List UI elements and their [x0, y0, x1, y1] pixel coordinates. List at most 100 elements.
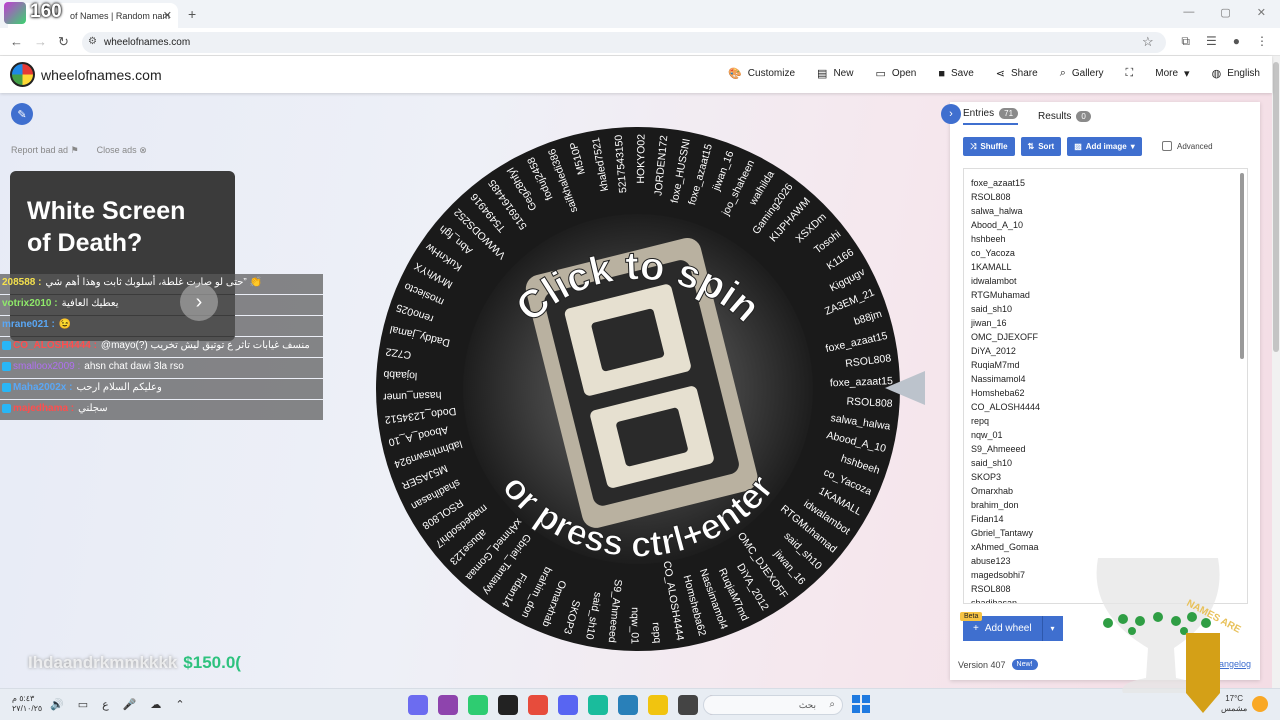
taskbar-app-icon[interactable] — [558, 695, 578, 715]
page-scrollbar-thumb[interactable] — [1273, 62, 1279, 352]
advanced-toggle[interactable]: Advanced — [1162, 141, 1213, 151]
entries-count-badge: 71 — [999, 108, 1019, 119]
add-image-button[interactable]: ▨ Add image ▾ — [1067, 137, 1142, 156]
taskbar-app-icon[interactable] — [528, 695, 548, 715]
entries-textarea[interactable]: foxe_azaat15 RSOL808 salwa_halwa Abood_A_10… — [963, 168, 1248, 604]
chat-text: يعطيك العافية — [61, 298, 119, 309]
globe-icon: ◍ — [1211, 68, 1222, 80]
entries-scrollbar[interactable] — [1240, 173, 1244, 359]
site-info-icon[interactable]: ⚙ — [88, 36, 97, 47]
menu-fullscreen[interactable]: ⛶ — [1126, 67, 1134, 80]
site-logo[interactable] — [10, 62, 35, 87]
shuffle-icon: ⤨ — [970, 141, 977, 151]
window-controls: — ▢ ✕ — [1183, 6, 1266, 19]
entry-line: Homsheba62 — [971, 388, 1025, 398]
taskbar-app-icon[interactable] — [408, 695, 428, 715]
minimize-icon[interactable]: — — [1183, 6, 1194, 19]
chat-text: وعليكم السلام ارحب — [76, 382, 162, 393]
entry-line: DiYA_2012 — [971, 346, 1016, 356]
system-tray: 🔊 ▭ ع 🎤 ☁ ⌃ — [50, 698, 185, 711]
browser-menu-icon[interactable]: ⋮ — [1256, 34, 1268, 49]
close-tab-icon[interactable]: ✕ — [163, 9, 172, 22]
results-count-badge: 0 — [1076, 111, 1091, 122]
site-name[interactable]: wheelofnames.com — [41, 67, 162, 83]
entry-line: Fidan14 — [971, 514, 1004, 524]
report-ad-link[interactable]: Report bad ad ⚑ — [11, 145, 79, 156]
forward-icon[interactable]: → — [34, 34, 47, 49]
volume-icon[interactable]: 🔊 — [50, 698, 64, 711]
stream-overlay-number: 160 — [30, 1, 62, 22]
tab-entries[interactable]: Entries 71 — [963, 108, 1019, 125]
close-window-icon[interactable]: ✕ — [1257, 6, 1266, 19]
entries-list: foxe_azaat15 RSOL808 salwa_halwa Abood_A_10… — [971, 176, 1040, 604]
back-icon[interactable]: ← — [10, 34, 23, 49]
extensions-icon[interactable]: ⧉ — [1181, 34, 1190, 49]
wheel-slice-label: foxe_azaat15 — [830, 375, 894, 389]
tray-chevron-icon[interactable]: ⌃ — [175, 698, 184, 711]
menu-share[interactable]: ⋖ Share — [996, 67, 1038, 80]
chat-badge-icon — [2, 403, 11, 413]
taskbar-app-icon[interactable] — [498, 695, 518, 715]
menu-new[interactable]: ▤ New — [817, 67, 853, 80]
spin-wheel[interactable]: foxe_azaat15RSOL808salwa_halwaAbood_A_10… — [373, 124, 903, 654]
network-icon[interactable]: ▭ — [78, 698, 88, 711]
add-wheel-dropdown[interactable]: ▾ — [1042, 616, 1063, 641]
taskbar-clock[interactable]: ٥:٤٣ م ٢٧/١٠/٢٥ — [12, 694, 42, 714]
entry-line: abuse123 — [971, 556, 1011, 566]
page-scrollbar[interactable] — [1272, 56, 1280, 688]
ime-indicator[interactable]: ع — [102, 698, 109, 711]
menu-language[interactable]: ◍ English — [1212, 67, 1260, 80]
menu-open[interactable]: ▭ Open — [875, 67, 916, 80]
reading-list-icon[interactable]: ☰ — [1206, 34, 1217, 49]
microphone-icon[interactable]: 🎤 — [123, 698, 137, 711]
taskbar-search[interactable]: بحث ⌕ — [703, 695, 843, 715]
menu-gallery[interactable]: ⌕ Gallery — [1060, 67, 1104, 80]
new-tab-icon[interactable]: + — [188, 6, 196, 22]
taskbar-app-icon[interactable] — [678, 695, 698, 715]
taskbar-app-icon[interactable] — [648, 695, 668, 715]
entries-toolbar: ⤨ Shuffle ⇅ Sort ▨ Add image ▾ — [963, 137, 1142, 156]
chevron-right-icon: › — [949, 108, 953, 120]
menu-more[interactable]: More ▾ — [1155, 67, 1189, 80]
taskbar-app-icon[interactable] — [618, 695, 638, 715]
ad-next-button[interactable]: › — [180, 283, 218, 321]
chat-username: Maha2002x : — [13, 382, 73, 393]
entry-line: Abood_A_10 — [971, 220, 1024, 230]
bookmark-star-icon[interactable]: ☆ — [1142, 34, 1154, 50]
start-button[interactable] — [852, 695, 870, 713]
entry-line: RTGMuhamad — [971, 290, 1030, 300]
site-menu: 🎨 Customize ▤ New ▭ Open ■ Save ⋖ Share ⌕ Gall… — [728, 67, 1260, 80]
flag-icon: ⚑ — [70, 145, 79, 155]
taskbar-app-icon[interactable] — [438, 695, 458, 715]
reload-icon[interactable]: ↻ — [58, 34, 69, 50]
close-ads-link[interactable]: Close ads ⊗ — [97, 145, 147, 156]
shuffle-button[interactable]: ⤨ Shuffle — [963, 137, 1015, 156]
collapse-panel-button[interactable]: › — [941, 104, 961, 124]
url-field[interactable]: ⚙ wheelofnames.com — [82, 32, 1166, 53]
chat-message: smalloox2009 : ahsn chat dawi 3la rso — [0, 358, 323, 378]
chevron-down-icon: ▾ — [1130, 142, 1135, 151]
sort-button[interactable]: ⇅ Sort — [1020, 137, 1062, 156]
menu-save[interactable]: ■ Save — [938, 67, 973, 80]
site-header: wheelofnames.com 🎨 Customize ▤ New ▭ Open ■… — [0, 56, 1272, 93]
donation-amount: $150.0( — [183, 653, 241, 672]
new-file-icon: ▤ — [817, 68, 828, 80]
browser-toolbar-icons: ⧉ ☰ ● ⋮ — [1181, 34, 1268, 49]
menu-customize[interactable]: 🎨 Customize — [728, 67, 795, 80]
tab-results[interactable]: Results 0 — [1038, 108, 1091, 125]
edit-title-button[interactable]: ✎ — [11, 103, 33, 125]
advanced-checkbox[interactable] — [1162, 141, 1172, 151]
entry-line: magedsobhi7 — [971, 570, 1026, 580]
fullscreen-icon: ⛶ — [1125, 67, 1134, 79]
new-badge: New! — [1011, 659, 1038, 670]
pencil-icon: ✎ — [17, 108, 27, 121]
wheel-slice-label: HOKYO02 — [635, 134, 647, 184]
entry-line: shadihasan — [971, 598, 1018, 604]
onedrive-icon[interactable]: ☁ — [150, 698, 161, 711]
profile-avatar[interactable]: ● — [1233, 34, 1240, 49]
taskbar-app-icon[interactable] — [468, 695, 488, 715]
taskbar-app-icon[interactable] — [588, 695, 608, 715]
plus-icon: + — [973, 623, 979, 634]
maximize-icon[interactable]: ▢ — [1220, 6, 1230, 19]
donation-goal: Ihdaandrkmmkkkk $150.0( — [28, 653, 241, 673]
